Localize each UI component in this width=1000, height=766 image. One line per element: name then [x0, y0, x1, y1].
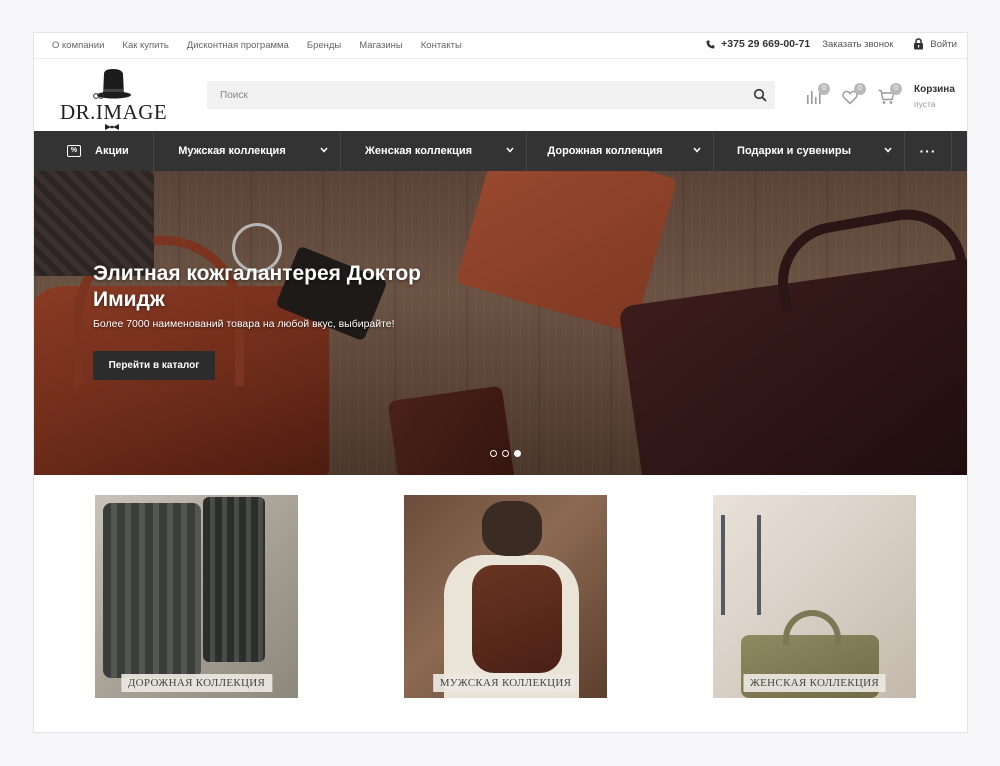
chevron-down-icon [506, 147, 514, 153]
logo[interactable]: DR.IMAGE [60, 62, 168, 130]
nav-item-women[interactable]: Женская коллекция [341, 131, 527, 171]
nav-item-men[interactable]: Мужская коллекция [154, 131, 341, 171]
cart-status: пуста [914, 99, 936, 109]
cart-button[interactable]: 0 [878, 83, 914, 106]
category-women[interactable]: ЖЕНСКАЯ КОЛЛЕКЦИЯ [713, 495, 916, 698]
page-frame: О компании Как купить Дисконтная програм… [33, 32, 968, 733]
nav-women-label: Женская коллекция [364, 145, 473, 157]
search-box [207, 81, 775, 109]
cart-count: 0 [890, 83, 902, 95]
login-link[interactable]: Войти [913, 38, 957, 50]
suitcase-image [103, 503, 201, 678]
lock-icon [914, 38, 924, 50]
logo-text: DR.IMAGE [60, 100, 168, 124]
top-link-contacts[interactable]: Контакты [421, 40, 462, 51]
slider-dot-2[interactable] [502, 450, 509, 457]
category-men-label: МУЖСКАЯ КОЛЛЕКЦИЯ [432, 674, 579, 692]
search-icon[interactable] [753, 88, 767, 102]
chevron-down-icon [693, 147, 701, 153]
header-icons: 0 0 0 [806, 83, 914, 106]
percent-icon: % [67, 145, 81, 157]
phone-number[interactable]: +375 29 669-00-71 [721, 38, 810, 50]
slider-dot-1[interactable] [490, 450, 497, 457]
category-travel-label: ДОРОЖНАЯ КОЛЛЕКЦИЯ [120, 674, 273, 692]
login-label: Войти [930, 38, 957, 50]
nav-men-label: Мужская коллекция [178, 145, 286, 157]
slider-dot-3[interactable] [514, 450, 521, 457]
chevron-down-icon [320, 147, 328, 153]
main-nav: % Акции Мужская коллекция Женская коллек… [34, 131, 967, 171]
more-icon: ··· [919, 143, 937, 159]
hero-subtitle: Более 7000 наименований товара на любой … [93, 318, 395, 330]
chevron-down-icon [884, 147, 892, 153]
wishlist-count: 0 [854, 83, 866, 95]
top-link-how-to-buy[interactable]: Как купить [122, 40, 168, 51]
top-right: +375 29 669-00-71 Заказать звонок Войти [706, 38, 957, 50]
hero-wallet-bottom-image [387, 385, 516, 475]
top-link-brands[interactable]: Бренды [307, 40, 341, 51]
catalog-button[interactable]: Перейти в каталог [93, 351, 215, 380]
compare-button[interactable]: 0 [806, 83, 842, 106]
top-link-about[interactable]: О компании [52, 40, 104, 51]
nav-item-more[interactable]: ··· [905, 131, 952, 171]
bowtie-icon [105, 124, 119, 130]
category-women-label: ЖЕНСКАЯ КОЛЛЕКЦИЯ [743, 674, 886, 692]
nav-gifts-label: Подарки и сувениры [737, 145, 851, 157]
search-input[interactable] [207, 81, 737, 109]
man-head-image [482, 501, 542, 556]
nav-item-gifts[interactable]: Подарки и сувениры [714, 131, 905, 171]
nav-item-promo[interactable]: % Акции [34, 131, 154, 171]
suitcase-image-2 [203, 497, 265, 662]
stool-image [721, 515, 761, 615]
top-hat-icon [93, 69, 131, 99]
top-links: О компании Как купить Дисконтная програм… [52, 40, 480, 51]
wishlist-button[interactable]: 0 [842, 83, 878, 106]
callback-link[interactable]: Заказать звонок [822, 39, 893, 50]
cart-summary[interactable]: Корзина пуста [914, 84, 955, 109]
top-link-stores[interactable]: Магазины [359, 40, 402, 51]
slider-dots [490, 450, 526, 457]
category-men[interactable]: МУЖСКАЯ КОЛЛЕКЦИЯ [404, 495, 607, 698]
top-bar: О компании Как купить Дисконтная програм… [34, 33, 967, 59]
nav-travel-label: Дорожная коллекция [547, 145, 663, 157]
header: DR.IMAGE 0 [34, 60, 967, 131]
top-link-discount[interactable]: Дисконтная программа [187, 40, 289, 51]
nav-promo-label: Акции [95, 145, 129, 157]
phone-icon [706, 39, 715, 48]
hero-banner: Элитная кожгалантерея Доктор Имидж Более… [34, 171, 967, 475]
nav-item-travel[interactable]: Дорожная коллекция [527, 131, 714, 171]
handbag-handle-image [783, 610, 841, 645]
cart-title: Корзина [914, 84, 955, 95]
backpack-image [472, 565, 562, 673]
hero-title: Элитная кожгалантерея Доктор Имидж [93, 262, 421, 311]
category-travel[interactable]: ДОРОЖНАЯ КОЛЛЕКЦИЯ [95, 495, 298, 698]
compare-count: 0 [818, 83, 830, 95]
